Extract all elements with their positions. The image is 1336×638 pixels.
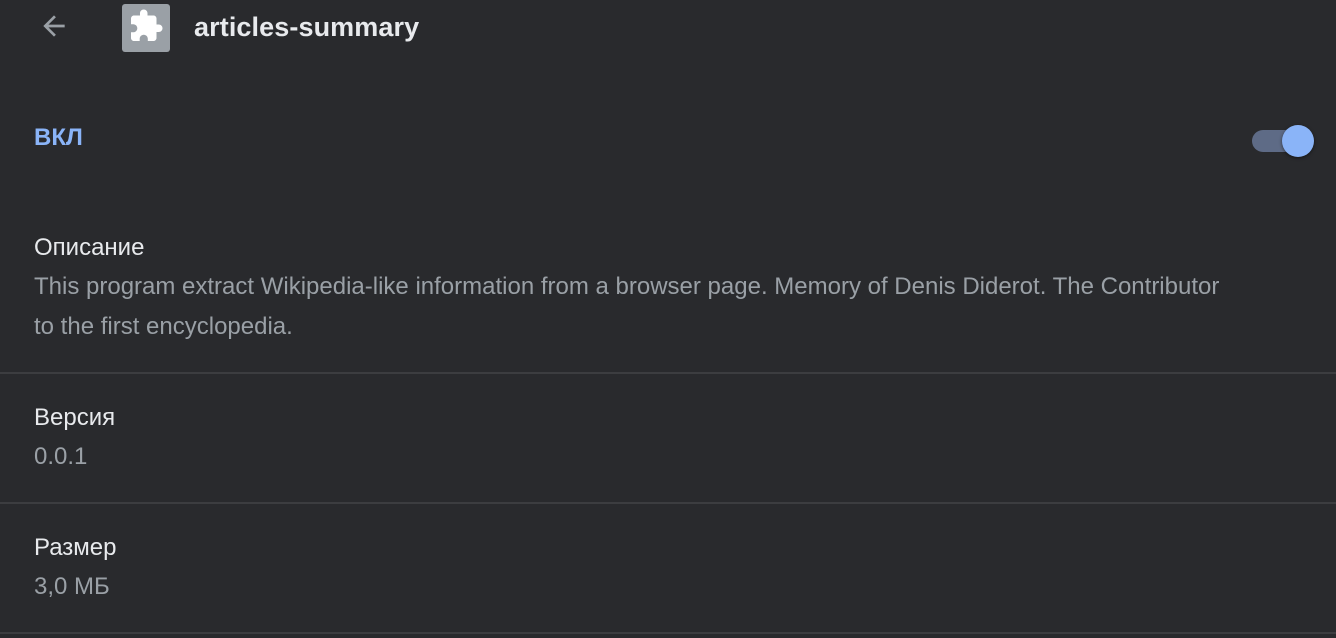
description-value: This program extract Wikipedia-like info… bbox=[34, 273, 1220, 340]
description-section: Описание This program extract Wikipedia-… bbox=[0, 230, 1336, 372]
extension-icon bbox=[122, 4, 170, 52]
toggle-knob bbox=[1282, 125, 1314, 157]
back-button[interactable] bbox=[34, 10, 74, 46]
version-value: 0.0.1 bbox=[34, 443, 88, 470]
size-label: Размер bbox=[34, 534, 117, 561]
enable-label: ВКЛ bbox=[34, 124, 83, 151]
size-section: Размер 3,0 МБ bbox=[0, 504, 1336, 632]
arrow-left-icon bbox=[38, 10, 70, 47]
size-value: 3,0 МБ bbox=[34, 573, 110, 600]
enable-row: ВКЛ bbox=[0, 100, 1336, 180]
extension-title: articles-summary bbox=[194, 12, 420, 42]
enable-toggle[interactable] bbox=[1252, 125, 1314, 157]
version-section: Версия 0.0.1 bbox=[0, 374, 1336, 502]
header: articles-summary bbox=[0, 0, 1336, 56]
description-label: Описание bbox=[34, 234, 145, 261]
divider bbox=[0, 632, 1336, 634]
version-label: Версия bbox=[34, 404, 116, 431]
puzzle-piece-icon bbox=[128, 8, 164, 49]
